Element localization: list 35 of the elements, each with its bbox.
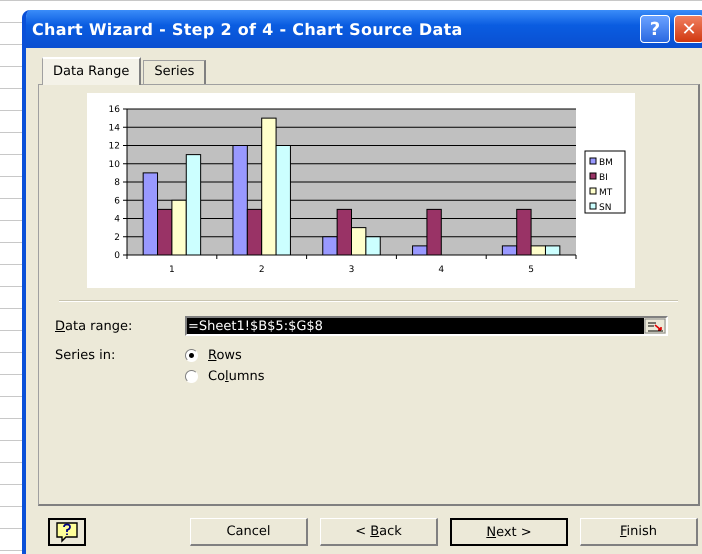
close-button[interactable]: ✕ — [674, 15, 702, 43]
data-range-field[interactable]: =Sheet1!$B$5:$G$8 — [185, 316, 668, 336]
legend-label: BM — [599, 158, 613, 168]
legend-label: BI — [599, 173, 608, 183]
x-tick-label: 5 — [528, 265, 534, 275]
radio-option[interactable]: Columns — [185, 369, 265, 384]
y-tick-label: 14 — [108, 123, 120, 134]
legend-label: SN — [599, 203, 612, 213]
y-tick-label: 10 — [108, 160, 120, 170]
x-tick-label: 4 — [438, 265, 444, 275]
bar — [544, 245, 560, 256]
collapse-dialog-icon[interactable] — [644, 318, 666, 334]
radio-option[interactable]: Rows — [185, 348, 265, 363]
y-tick-label: 8 — [114, 178, 120, 188]
tab[interactable]: Series — [143, 60, 206, 84]
y-tick-label: 16 — [108, 105, 120, 115]
y-tick-label: 4 — [114, 214, 120, 224]
field-label: Data range: — [54, 318, 134, 334]
y-tick-label: 2 — [114, 232, 120, 243]
x-tick-label: 1 — [169, 265, 175, 275]
y-tick-label: 12 — [108, 142, 120, 152]
legend-label: MT — [599, 188, 612, 198]
window-title: Chart Wizard - Step 2 of 4 - Chart Source Data — [32, 20, 464, 38]
wizard-button[interactable]: Next > — [450, 518, 568, 546]
y-tick-label: 0 — [114, 251, 120, 261]
wizard-button[interactable]: < Back — [320, 518, 438, 546]
legend-box — [584, 150, 626, 214]
wizard-button[interactable]: Finish — [580, 518, 698, 546]
field-label: Series in: — [54, 348, 116, 363]
x-tick-label: 2 — [258, 265, 265, 275]
x-tick-label: 3 — [348, 265, 354, 275]
tab[interactable]: Data Range — [42, 57, 142, 85]
help-icon[interactable] — [48, 518, 86, 546]
y-tick-label: 6 — [114, 196, 120, 206]
wizard-button[interactable]: Cancel — [190, 518, 308, 546]
